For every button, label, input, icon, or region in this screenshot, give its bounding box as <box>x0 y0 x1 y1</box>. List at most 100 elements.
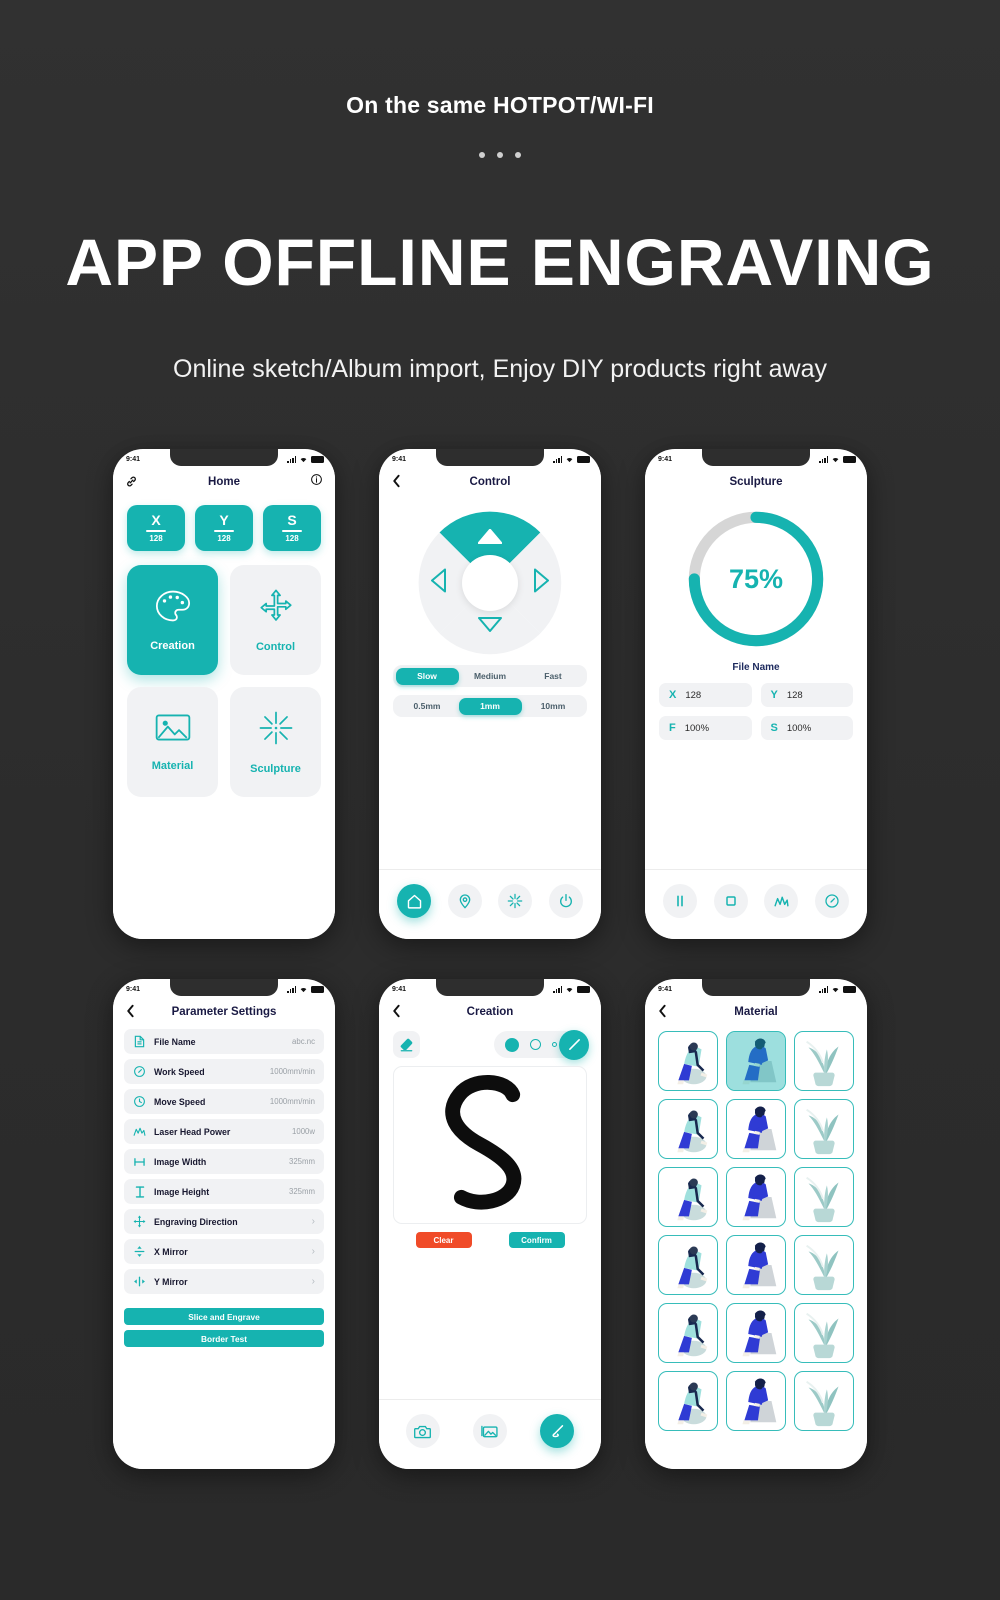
value-key: F <box>669 722 676 734</box>
step-option-10mm[interactable]: 10mm <box>522 698 585 715</box>
status-time: 9:41 <box>126 456 141 463</box>
move-arrows-icon <box>258 588 294 629</box>
up-arrow-icon[interactable] <box>477 528 503 549</box>
material-item[interactable] <box>726 1235 786 1295</box>
chevron-left-icon[interactable] <box>391 1004 401 1020</box>
param-row-image-width[interactable]: Image Width 325mm <box>124 1149 324 1174</box>
value-key: Y <box>770 689 778 701</box>
param-row-y-mirror[interactable]: Y Mirror › <box>124 1269 324 1294</box>
material-item[interactable] <box>794 1031 854 1091</box>
value-y: Y 128 <box>760 683 853 707</box>
drawing-canvas[interactable] <box>393 1066 587 1224</box>
speed-option-medium[interactable]: Medium <box>459 668 522 685</box>
pause-icon[interactable] <box>663 884 698 918</box>
control-navbar: Control <box>379 467 601 497</box>
speed-gauge-icon[interactable] <box>814 884 849 918</box>
param-row-move-speed[interactable]: Move Speed 1000mm/min <box>124 1089 324 1114</box>
material-item[interactable] <box>726 1303 786 1363</box>
brush-size-medium[interactable] <box>530 1039 541 1050</box>
axis-card-x[interactable]: X 128 <box>127 505 185 551</box>
draw-icon[interactable] <box>540 1414 575 1448</box>
phone-home: 9:41 Home X 128 Y 128 S 128 Creation Con… <box>113 449 335 939</box>
battery-icon <box>843 986 856 993</box>
wifi-icon <box>565 986 574 993</box>
material-item[interactable] <box>794 1167 854 1227</box>
stop-icon[interactable] <box>713 884 748 918</box>
signal-icon <box>819 986 828 993</box>
material-item[interactable] <box>726 1371 786 1431</box>
slice-and-engrave-button[interactable]: Slice and Engrave <box>124 1308 324 1325</box>
link-icon[interactable] <box>125 475 138 490</box>
material-item[interactable] <box>794 1099 854 1159</box>
axis-card-y[interactable]: Y 128 <box>195 505 253 551</box>
material-item[interactable] <box>658 1303 718 1363</box>
down-arrow-icon[interactable] <box>478 617 502 637</box>
left-arrow-icon[interactable] <box>431 568 446 598</box>
speed-option-fast[interactable]: Fast <box>522 668 585 685</box>
tile-label: Material <box>151 760 194 772</box>
tile-control[interactable]: Control <box>230 565 321 675</box>
tile-creation[interactable]: Creation <box>127 565 218 675</box>
material-item[interactable] <box>658 1371 718 1431</box>
brush-size-small[interactable] <box>552 1042 557 1047</box>
material-item[interactable] <box>794 1371 854 1431</box>
material-item[interactable] <box>794 1303 854 1363</box>
parameters-title: Parameter Settings <box>171 1006 277 1018</box>
brush-size-large[interactable] <box>505 1037 519 1052</box>
power-curve-icon[interactable] <box>764 884 799 918</box>
info-icon[interactable] <box>310 473 323 491</box>
wifi-icon <box>299 986 308 993</box>
param-row-file-name[interactable]: File Name abc.nc <box>124 1029 324 1054</box>
tab-location[interactable] <box>447 884 482 918</box>
axis-key: X <box>151 512 161 529</box>
speed-option-slow[interactable]: Slow <box>395 667 459 685</box>
clear-button[interactable]: Clear <box>415 1232 472 1248</box>
material-item[interactable] <box>658 1031 718 1091</box>
param-name: Engraving Direction <box>154 1216 238 1227</box>
param-value: 1000mm/min <box>269 1067 315 1076</box>
tile-material[interactable]: Material <box>127 687 218 797</box>
value-key: X <box>669 689 677 701</box>
phone-sculpture: 9:41 Sculpture 75% File Name X 128 Y 128… <box>645 449 867 939</box>
param-row-laser-head-power[interactable]: Laser Head Power 1000w <box>124 1119 324 1144</box>
chevron-left-icon[interactable] <box>391 474 401 490</box>
step-option-0-5mm[interactable]: 0.5mm <box>396 698 459 715</box>
material-item[interactable] <box>794 1235 854 1295</box>
chevron-left-icon[interactable] <box>125 1004 135 1020</box>
param-row-x-mirror[interactable]: X Mirror › <box>124 1239 324 1264</box>
axis-value: 128 <box>149 533 163 543</box>
progress-value: 75% <box>728 563 784 594</box>
axis-card-s[interactable]: S 128 <box>263 505 321 551</box>
camera-icon[interactable] <box>405 1414 440 1448</box>
confirm-button[interactable]: Confirm <box>508 1232 565 1248</box>
param-row-work-speed[interactable]: Work Speed 1000mm/min <box>124 1059 324 1084</box>
chevron-left-icon[interactable] <box>657 1004 667 1020</box>
material-item[interactable] <box>658 1235 718 1295</box>
page-subtitle: Online sketch/Album import, Enjoy DIY pr… <box>173 355 827 383</box>
material-item[interactable] <box>658 1099 718 1159</box>
material-item[interactable] <box>726 1167 786 1227</box>
gallery-icon[interactable] <box>472 1414 507 1448</box>
material-item[interactable] <box>658 1167 718 1227</box>
material-item[interactable] <box>726 1099 786 1159</box>
sculpture-tabbar <box>645 869 867 939</box>
tile-sculpture[interactable]: Sculpture <box>230 687 321 797</box>
chevron-right-icon: › <box>311 1246 315 1257</box>
axis-key: Y <box>219 512 229 529</box>
material-navbar: Material <box>645 997 867 1027</box>
tab-laser[interactable] <box>498 884 533 918</box>
dpad-center[interactable] <box>462 555 518 611</box>
eraser-icon[interactable] <box>393 1031 420 1058</box>
y-mirror-icon <box>133 1275 146 1288</box>
status-time: 9:41 <box>658 456 673 463</box>
chevron-right-icon: › <box>311 1276 315 1287</box>
param-row-image-height[interactable]: Image Height 325mm <box>124 1179 324 1204</box>
tab-home[interactable] <box>397 884 432 918</box>
param-row-engraving-direction[interactable]: Engraving Direction › <box>124 1209 324 1234</box>
step-option-1mm[interactable]: 1mm <box>458 697 522 715</box>
material-item[interactable] <box>726 1031 786 1091</box>
border-test-button[interactable]: Border Test <box>124 1330 324 1347</box>
tab-power[interactable] <box>548 884 583 918</box>
pen-icon[interactable] <box>559 1029 589 1060</box>
right-arrow-icon[interactable] <box>534 568 549 598</box>
